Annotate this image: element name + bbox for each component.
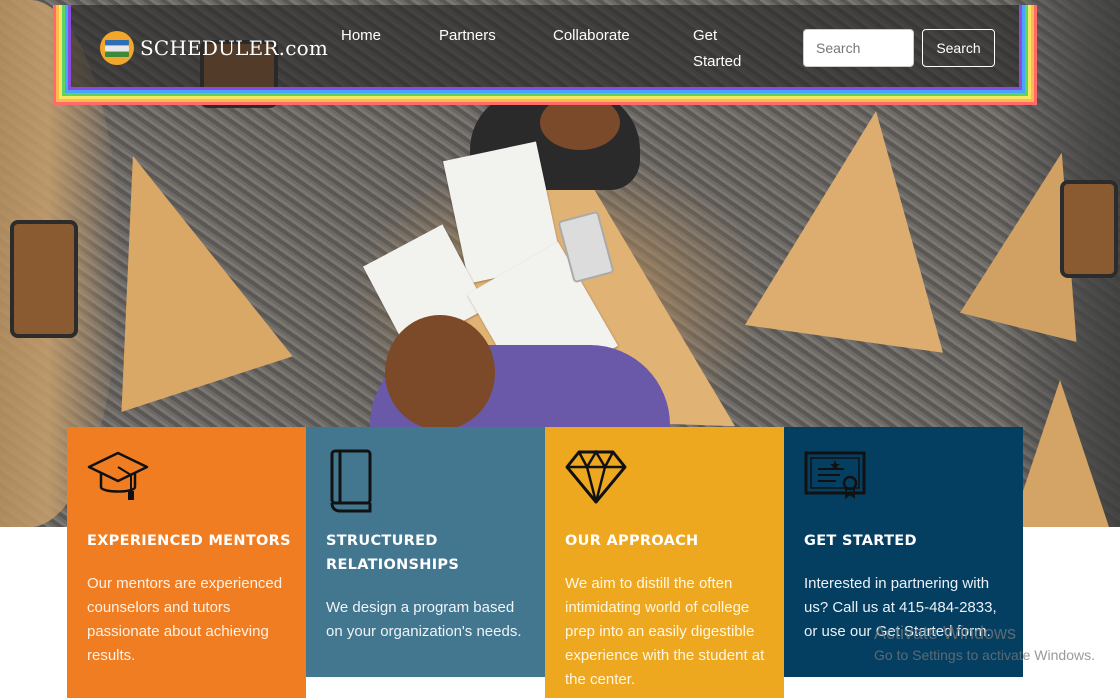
brand-name: SCHEDULER.com: [140, 36, 329, 60]
nav-link-partners[interactable]: Partners: [439, 23, 496, 49]
feature-description: We design a program based on your organi…: [326, 599, 522, 640]
watermark-title: Activate Windows: [874, 623, 1017, 643]
feature-title: OUR APPROACH: [565, 533, 699, 549]
search-button[interactable]: Search: [922, 29, 995, 67]
nav-link-get-started[interactable]: Get Started: [693, 23, 753, 75]
hero-table: [1010, 380, 1110, 527]
book-icon: [326, 449, 374, 517]
hero-person-head: [385, 315, 495, 430]
search-input[interactable]: [803, 29, 914, 67]
diamond-icon: [565, 449, 627, 509]
certificate-icon: [804, 449, 866, 503]
feature-title: EXPERIENCED MENTORS: [87, 533, 291, 549]
books-stack-icon: [100, 31, 134, 65]
brand-link[interactable]: SCHEDULER.com: [100, 28, 328, 68]
nav-link-home[interactable]: Home: [341, 23, 381, 49]
hero-chair: [1060, 180, 1118, 278]
graduation-cap-icon: [87, 449, 149, 509]
windows-activation-watermark: Activate Windows Go to Settings to activ…: [874, 622, 1095, 665]
feature-description: We aim to distill the often intimidating…: [565, 575, 765, 688]
feature-card-mentors: EXPERIENCED MENTORS Our mentors are expe…: [67, 427, 306, 698]
hero-chair: [10, 220, 78, 338]
feature-title: STRUCTURED RELATIONSHIPS: [326, 533, 460, 573]
feature-card-approach: OUR APPROACH We aim to distill the often…: [545, 427, 784, 698]
hero-table: [744, 97, 976, 353]
nav-link-collaborate[interactable]: Collaborate: [553, 23, 630, 49]
feature-title: GET STARTED: [804, 533, 917, 549]
feature-description: Our mentors are experienced counselors a…: [87, 575, 283, 664]
feature-card-relationships: STRUCTURED RELATIONSHIPS We design a pro…: [306, 427, 545, 677]
watermark-subtitle: Go to Settings to activate Windows.: [874, 647, 1095, 663]
top-navbar: SCHEDULER.com Home Partners Collaborate …: [53, 5, 1037, 105]
